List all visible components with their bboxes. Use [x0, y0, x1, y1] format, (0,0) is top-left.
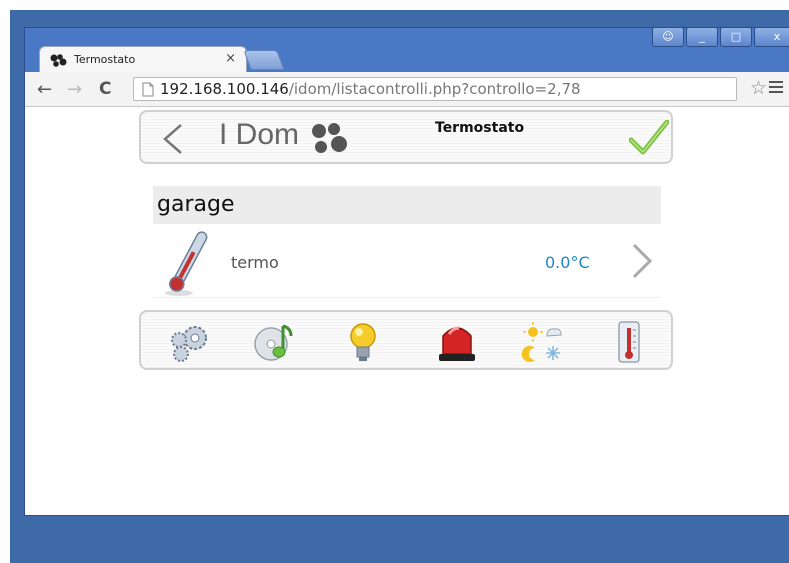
browser-window: ☺ _ □ x Termostato × ← → C 192.168.100.1…: [24, 27, 789, 516]
device-temperature-value: 0.0°C: [545, 253, 590, 272]
bookmark-star-icon[interactable]: ☆: [750, 77, 767, 99]
close-window-button[interactable]: x: [754, 27, 789, 47]
confirm-check-icon[interactable]: [628, 119, 670, 160]
tab-close-button[interactable]: ×: [225, 51, 236, 66]
device-row[interactable]: termo 0.0°C: [153, 227, 661, 298]
category-bar: [139, 310, 673, 370]
new-tab-button[interactable]: [243, 50, 285, 70]
room-name: garage: [157, 192, 235, 217]
device-label: termo: [231, 253, 279, 272]
fan-favicon-icon: [50, 53, 68, 72]
window-controls: ☺ _ □ x: [652, 27, 789, 47]
music-disc-icon[interactable]: [249, 320, 297, 364]
fan-logo-icon: [309, 122, 349, 160]
page-title: Termostato: [435, 120, 525, 136]
chevron-right-icon[interactable]: [629, 241, 655, 285]
minimize-button[interactable]: _: [686, 27, 718, 47]
app-header: I Dom Termostato: [139, 110, 673, 164]
url-path: /idom/listacontrolli.php?controllo=2,78: [288, 80, 581, 98]
url-host: 192.168.100.146: [160, 80, 289, 98]
tab-title: Termostato: [74, 53, 136, 66]
address-bar[interactable]: 192.168.100.146/idom/listacontrolli.php?…: [133, 77, 737, 101]
maximize-button[interactable]: □: [720, 27, 752, 47]
page-icon: [142, 82, 154, 101]
thermometer-icon: [159, 227, 219, 301]
gears-icon[interactable]: [165, 320, 213, 364]
room-header: garage: [153, 186, 661, 224]
menu-icon[interactable]: [769, 81, 783, 96]
back-arrow-icon[interactable]: ←: [37, 79, 52, 100]
alarm-siren-icon[interactable]: [433, 320, 481, 364]
thermometer-icon[interactable]: [605, 320, 653, 364]
back-chevron-icon[interactable]: [161, 122, 185, 160]
light-bulb-icon[interactable]: [339, 320, 387, 364]
browser-tab[interactable]: Termostato ×: [39, 46, 247, 73]
app-logo-text: I Dom: [219, 118, 300, 151]
reload-icon[interactable]: C: [99, 79, 111, 99]
url-text: 192.168.100.146/idom/listacontrolli.php?…: [160, 80, 581, 98]
profile-button[interactable]: ☺: [652, 27, 684, 47]
forward-arrow-icon[interactable]: →: [67, 79, 82, 100]
browser-toolbar: ← → C 192.168.100.146/idom/listacontroll…: [25, 72, 789, 107]
weather-icon[interactable]: [519, 320, 567, 364]
page-content: I Dom Termostato garage termo 0.0°C: [25, 107, 789, 515]
